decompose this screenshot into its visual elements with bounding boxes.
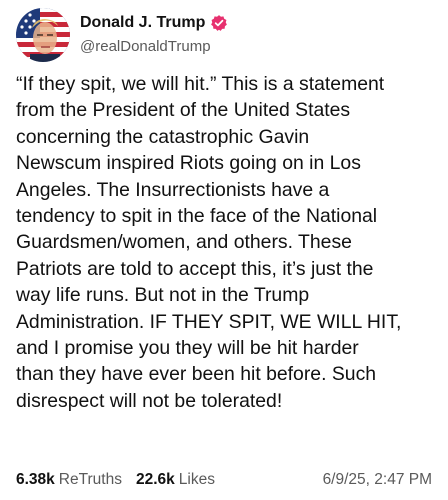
likes-label: Likes <box>178 471 215 488</box>
retruths-stat[interactable]: 6.38k ReTruths <box>16 470 122 490</box>
post-timestamp[interactable]: 6/9/25, 2:47 PM <box>323 470 432 490</box>
display-name[interactable]: Donald J. Trump <box>80 13 205 33</box>
post-text: “If they spit, we will hit.” This is a s… <box>16 73 402 412</box>
verified-badge-icon <box>210 14 228 32</box>
post-stats: 6.38k ReTruths 22.6k Likes 6/9/25, 2:47 PM <box>16 470 432 490</box>
likes-count: 22.6k <box>135 471 175 488</box>
post-header: Donald J. Trump @realDonaldTrump <box>16 8 228 62</box>
display-name-row: Donald J. Trump <box>80 13 228 33</box>
post-card: Donald J. Trump @realDonaldTrump “If the… <box>0 0 448 500</box>
retruths-count: 6.38k <box>16 471 55 488</box>
author-names: Donald J. Trump @realDonaldTrump <box>80 13 228 57</box>
author-handle[interactable]: @realDonaldTrump <box>80 37 228 57</box>
profile-photo-flag-avatar <box>16 8 70 62</box>
retruths-label: ReTruths <box>58 471 122 488</box>
likes-stat[interactable]: 22.6k Likes <box>136 470 215 490</box>
avatar[interactable] <box>16 8 70 62</box>
